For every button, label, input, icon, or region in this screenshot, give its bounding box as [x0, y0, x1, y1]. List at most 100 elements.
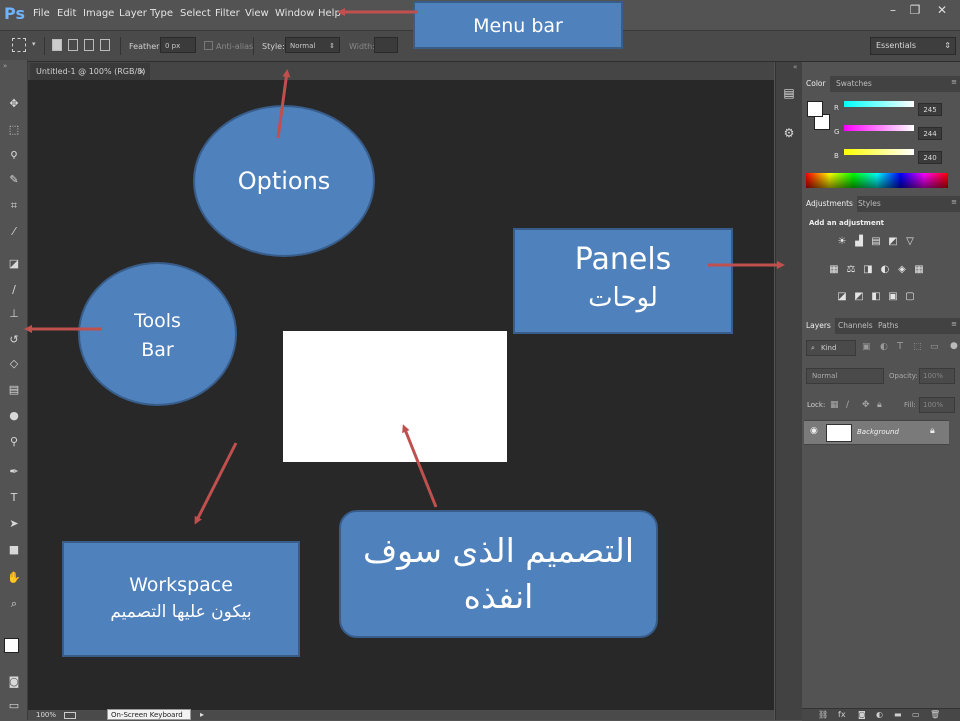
close-icon[interactable]: ✕ [928, 1, 956, 19]
panel-menu-icon[interactable]: ≡ [951, 198, 957, 206]
quick-mask-icon[interactable]: ◙ [6, 674, 22, 690]
tool-preset-dropdown-icon[interactable]: ▾ [32, 40, 36, 48]
menu-file[interactable]: File [33, 8, 50, 19]
adjustment-icon[interactable]: ◐ [879, 264, 891, 276]
adjustment-icon[interactable]: ▤ [870, 236, 882, 248]
maximize-icon[interactable]: ❐ [904, 1, 926, 19]
filter-shape-icon[interactable]: ⬚ [913, 342, 922, 352]
properties-panel-icon[interactable]: ⚙ [782, 126, 796, 142]
panel-menu-icon[interactable]: ≡ [951, 320, 957, 328]
lock-all-icon[interactable]: 🔒︎ [877, 400, 882, 410]
pen-tool-icon[interactable]: ✒ [6, 464, 22, 480]
history-panel-icon[interactable]: ▤ [782, 86, 796, 102]
path-selection-tool-icon[interactable]: ➤ [6, 516, 22, 532]
menu-help[interactable]: Help [318, 8, 341, 19]
link-layers-icon[interactable]: ⛓ [818, 710, 828, 719]
document-canvas[interactable] [283, 331, 507, 462]
tab-color[interactable]: Color [802, 76, 830, 92]
channel-g-slider[interactable] [844, 125, 914, 131]
channel-b-slider[interactable] [844, 149, 914, 155]
tab-paths[interactable]: Paths [874, 318, 902, 334]
menu-layer[interactable]: Layer [119, 8, 147, 19]
new-adjustment-icon[interactable]: ◐ [876, 710, 883, 719]
panel-menu-icon[interactable]: ≡ [951, 78, 957, 86]
type-tool-icon[interactable]: T [6, 490, 22, 506]
adjustment-icon[interactable]: ▣ [887, 291, 899, 303]
workspace-select[interactable]: Essentials ⇕ [870, 37, 956, 55]
zoom-tool-icon[interactable]: ⌕ [6, 596, 22, 612]
menu-edit[interactable]: Edit [57, 8, 76, 19]
close-tab-icon[interactable]: × [138, 63, 145, 80]
filter-pixel-icon[interactable]: ▣ [862, 342, 871, 352]
document-info-icon[interactable] [64, 712, 76, 719]
collapse-dock-icon[interactable]: « [793, 63, 797, 71]
adjustment-icon[interactable]: ◨ [862, 264, 874, 276]
filter-toggle-icon[interactable]: ● [950, 341, 958, 351]
add-mask-icon[interactable]: ◙ [858, 710, 866, 719]
menu-view[interactable]: View [245, 8, 269, 19]
adjustment-icon[interactable]: ▦ [913, 264, 925, 276]
subtract-selection-icon[interactable] [84, 39, 94, 51]
menu-filter[interactable]: Filter [215, 8, 240, 19]
rectangle-tool-icon[interactable]: ■ [6, 542, 22, 558]
document-tab[interactable]: Untitled-1 @ 100% (RGB/8) × [30, 63, 150, 80]
filter-adjustment-icon[interactable]: ◐ [880, 342, 888, 352]
adjustment-icon[interactable]: ◩ [853, 291, 865, 303]
adjustment-icon[interactable]: ▟ [853, 236, 865, 248]
status-menu-arrow-icon[interactable]: ▸ [200, 710, 204, 719]
gradient-tool-icon[interactable]: ▤ [6, 382, 22, 398]
blend-mode-select[interactable]: Normal [806, 368, 884, 384]
minimize-icon[interactable]: – [882, 1, 904, 19]
width-input[interactable] [374, 37, 398, 53]
new-layer-icon[interactable]: ▭ [912, 710, 920, 719]
lock-image-icon[interactable]: ∕ [846, 400, 849, 410]
filter-smart-object-icon[interactable]: ▭ [930, 342, 939, 352]
tab-layers[interactable]: Layers [802, 318, 835, 334]
fx-icon[interactable]: fx [838, 710, 846, 719]
quick-selection-tool-icon[interactable]: ✎ [6, 172, 22, 188]
move-tool-icon[interactable]: ✥ [6, 96, 22, 112]
adjustment-icon[interactable]: ▽ [904, 236, 916, 248]
tab-channels[interactable]: Channels [834, 318, 877, 334]
adjustment-icon[interactable]: ⚖ [845, 264, 857, 276]
add-selection-icon[interactable] [68, 39, 78, 51]
new-group-icon[interactable]: ▬ [894, 710, 902, 719]
feather-input[interactable]: 0 px [160, 37, 196, 53]
foreground-color-chip[interactable] [807, 101, 823, 117]
layer-filter-kind-select[interactable]: ⌕ Kind [806, 340, 856, 356]
menu-window[interactable]: Window [275, 8, 314, 19]
channel-g-value[interactable]: 244 [918, 127, 942, 140]
intersect-selection-icon[interactable] [100, 39, 110, 51]
crop-tool-icon[interactable]: ⌗ [6, 198, 22, 214]
adjustment-icon[interactable]: ▢ [904, 291, 916, 303]
antialias-checkbox[interactable] [204, 41, 213, 50]
tab-styles[interactable]: Styles [854, 196, 885, 212]
adjustment-icon[interactable]: ◧ [870, 291, 882, 303]
fill-input[interactable]: 100% [919, 397, 955, 413]
channel-b-value[interactable]: 240 [918, 151, 942, 164]
screen-mode-icon[interactable]: ▭ [6, 698, 22, 714]
menu-select[interactable]: Select [180, 8, 211, 19]
adjustment-icon[interactable]: ◪ [836, 291, 848, 303]
adjustment-icon[interactable]: ☀ [836, 236, 848, 248]
lock-transparent-icon[interactable]: ▦ [830, 400, 839, 410]
layer-row[interactable]: ◉ Background 🔒︎ [804, 420, 949, 445]
channel-r-slider[interactable] [844, 101, 914, 107]
tab-swatches[interactable]: Swatches [832, 76, 876, 92]
marquee-tool-icon[interactable] [12, 38, 26, 52]
color-spectrum-ramp[interactable] [806, 173, 948, 188]
adjustment-icon[interactable]: ◈ [896, 264, 908, 276]
new-selection-icon[interactable] [52, 39, 62, 51]
menu-image[interactable]: Image [83, 8, 114, 19]
delete-layer-icon[interactable]: 🗑︎ [930, 710, 940, 719]
layer-name[interactable]: Background [857, 428, 899, 436]
eyedropper-tool-icon[interactable]: ⁄ [6, 224, 22, 240]
brush-tool-icon[interactable]: ∕ [6, 282, 22, 298]
blur-tool-icon[interactable]: ● [6, 408, 22, 424]
tab-adjustments[interactable]: Adjustments [802, 196, 857, 212]
adjustment-icon[interactable]: ▦ [828, 264, 840, 276]
hand-tool-icon[interactable]: ✋ [6, 570, 22, 586]
adjustment-icon[interactable]: ◩ [887, 236, 899, 248]
eraser-tool-icon[interactable]: ◇ [6, 356, 22, 372]
style-select[interactable]: Normal ⇕ [285, 37, 340, 53]
